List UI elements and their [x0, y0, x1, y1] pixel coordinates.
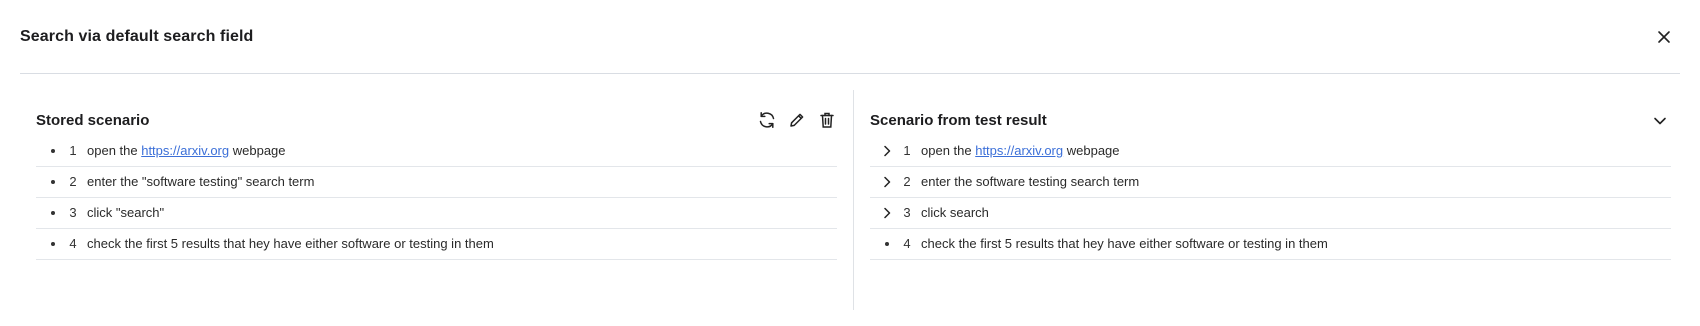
- bullet-icon: [51, 242, 55, 246]
- step-text: check the first 5 results that hey have …: [87, 236, 494, 251]
- chevron-right-icon: [884, 207, 891, 219]
- step-row: 2 enter the software testing search term: [870, 167, 1671, 198]
- delete-button[interactable]: [817, 110, 837, 130]
- step-number: 2: [69, 174, 77, 189]
- close-button[interactable]: [1654, 27, 1674, 47]
- bullet-icon: [51, 211, 55, 215]
- bullet-icon: [885, 242, 889, 246]
- step-text: enter the "software testing" search term: [87, 174, 315, 189]
- chevron-down-icon: [1654, 117, 1666, 125]
- dialog-header: Search via default search field: [20, 0, 1680, 74]
- chevron-right-icon: [884, 176, 891, 188]
- expand-step-button[interactable]: [880, 173, 894, 191]
- step-number: 2: [903, 174, 911, 189]
- step-text: enter the software testing search term: [921, 174, 1140, 189]
- edit-button[interactable]: [787, 110, 807, 130]
- step-row: 4 check the first 5 results that hey hav…: [870, 229, 1671, 260]
- step-row: 3 click search: [870, 198, 1671, 229]
- result-steps-list: 1 open the https://arxiv.org webpage 2 e…: [870, 136, 1671, 260]
- expand-step-button[interactable]: [880, 142, 894, 160]
- step-number: 4: [903, 236, 911, 251]
- refresh-icon: [759, 112, 775, 128]
- bullet-icon: [51, 180, 55, 184]
- bullet-icon: [51, 149, 55, 153]
- step-row: 1 open the https://arxiv.org webpage: [36, 136, 837, 167]
- close-icon: [1658, 31, 1670, 43]
- step-row: 1 open the https://arxiv.org webpage: [870, 136, 1671, 167]
- step-row: 4 check the first 5 results that hey hav…: [36, 229, 837, 260]
- step-text: open the https://arxiv.org webpage: [921, 143, 1120, 158]
- step-number: 1: [69, 143, 77, 158]
- trash-icon: [820, 112, 834, 128]
- test-result-title: Scenario from test result: [870, 112, 1047, 129]
- step-text: check the first 5 results that hey have …: [921, 236, 1328, 251]
- step-number: 1: [903, 143, 911, 158]
- step-row: 3 click "search": [36, 198, 837, 229]
- step-number: 3: [69, 205, 77, 220]
- collapse-button[interactable]: [1649, 110, 1671, 132]
- refresh-button[interactable]: [757, 110, 777, 130]
- step-text: open the https://arxiv.org webpage: [87, 143, 286, 158]
- step-text: click "search": [87, 205, 165, 220]
- stored-scenario-title: Stored scenario: [36, 112, 150, 129]
- stored-steps-list: 1 open the https://arxiv.org webpage 2 e…: [36, 136, 837, 260]
- step-link[interactable]: https://arxiv.org: [141, 143, 229, 158]
- pencil-icon: [790, 113, 804, 127]
- step-text: click search: [921, 205, 989, 220]
- step-number: 4: [69, 236, 77, 251]
- stored-scenario-toolbar: [757, 110, 837, 130]
- expand-step-button[interactable]: [880, 204, 894, 222]
- step-link[interactable]: https://arxiv.org: [975, 143, 1063, 158]
- step-row: 2 enter the "software testing" search te…: [36, 167, 837, 198]
- pane-divider: [853, 90, 854, 310]
- chevron-right-icon: [884, 145, 891, 157]
- step-number: 3: [903, 205, 911, 220]
- dialog-title: Search via default search field: [20, 28, 254, 45]
